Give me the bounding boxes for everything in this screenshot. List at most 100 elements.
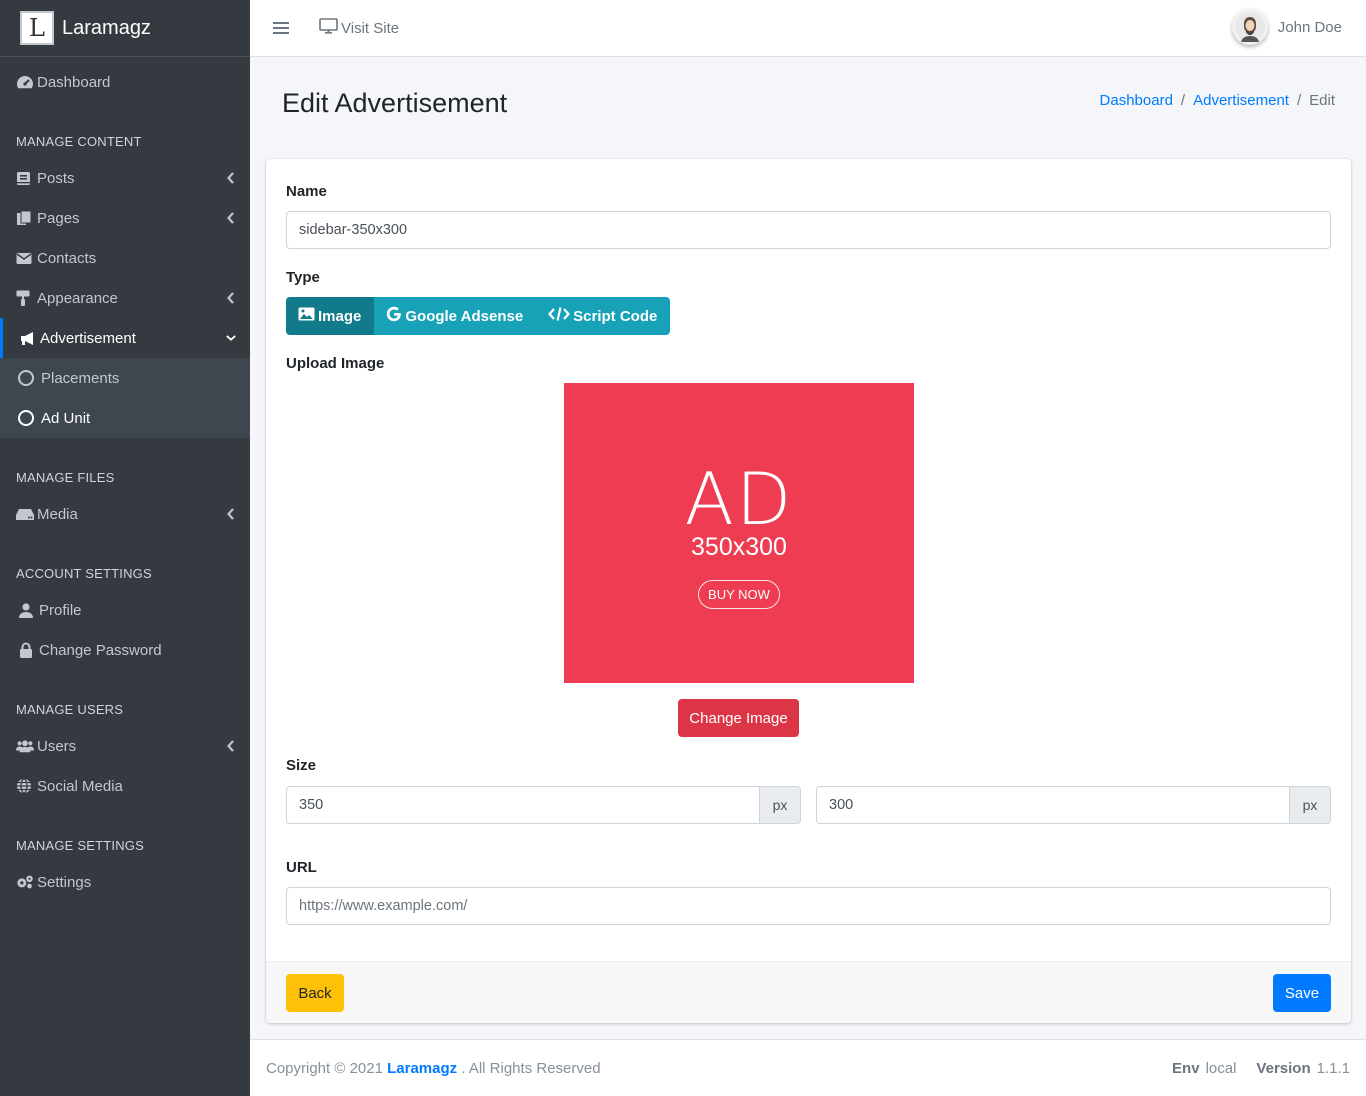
user-name: John Doe xyxy=(1277,18,1342,36)
section-header-files: MANAGE FILES xyxy=(16,470,115,485)
brand-link[interactable]: L Laramagz xyxy=(0,0,250,57)
card-footer: Back Save xyxy=(266,961,1351,1023)
type-adsense-label: Google Adsense xyxy=(405,307,524,325)
google-icon xyxy=(386,306,405,326)
sidebar-item-label: Profile xyxy=(39,601,82,619)
code-icon xyxy=(548,307,573,325)
url-label: URL xyxy=(286,859,317,876)
envelope-icon xyxy=(16,252,34,265)
sidebar-item-label: Appearance xyxy=(37,289,118,307)
sidebar-item-label: Social Media xyxy=(37,777,123,795)
type-script-button[interactable]: Script Code xyxy=(536,297,671,335)
edit-advertisement-card: Name sidebar-350x300 Type Image Google A… xyxy=(266,159,1351,1023)
change-image-button[interactable]: Change Image xyxy=(678,699,799,737)
sidebar-item-advertisement[interactable]: Advertisement xyxy=(0,318,250,358)
chevron-left-icon xyxy=(226,172,236,184)
book-icon xyxy=(16,171,34,186)
height-input[interactable]: 300 xyxy=(816,786,1290,824)
chevron-left-icon xyxy=(226,508,236,520)
advertisement-submenu: Placements Ad Unit xyxy=(0,358,250,438)
user-icon xyxy=(16,602,34,618)
chevron-down-icon xyxy=(226,334,236,342)
name-input[interactable]: sidebar-350x300 xyxy=(286,211,1331,249)
breadcrumb-dashboard-link[interactable]: Dashboard xyxy=(1100,92,1173,109)
size-label: Size xyxy=(286,757,317,774)
type-button-group: Image Google Adsense Script Code xyxy=(286,297,671,335)
height-unit-addon: px xyxy=(1289,786,1331,824)
section-header-content: MANAGE CONTENT xyxy=(16,134,142,149)
sidebar-item-label: Users xyxy=(37,737,77,755)
sidebar-item-label: Placements xyxy=(41,369,120,387)
ad-preview-title: AD xyxy=(684,457,794,541)
section-header-account: ACCOUNT SETTINGS xyxy=(16,566,152,581)
type-label: Type xyxy=(286,269,320,286)
copyright-rights: . All Rights Reserved xyxy=(461,1060,601,1077)
copy-icon xyxy=(16,210,34,226)
env-label: Env xyxy=(1172,1060,1200,1077)
chevron-left-icon xyxy=(226,212,236,224)
users-icon xyxy=(16,739,34,753)
sidebar-item-users[interactable]: Users xyxy=(0,726,250,766)
cogs-icon xyxy=(16,874,34,890)
type-image-button[interactable]: Image xyxy=(286,297,375,335)
circle-icon xyxy=(18,410,36,426)
lock-icon xyxy=(16,642,34,658)
sidebar-item-label: Dashboard xyxy=(37,73,111,91)
save-button[interactable]: Save xyxy=(1273,974,1331,1012)
sidebar-item-label: Media xyxy=(37,505,78,523)
sidebar-item-posts[interactable]: Posts xyxy=(0,158,250,198)
tachometer-icon xyxy=(16,74,34,90)
brand-logo: L xyxy=(20,11,54,45)
width-input[interactable]: 350 xyxy=(286,786,760,824)
copyright: Copyright © 2021 Laramagz . All Rights R… xyxy=(266,1060,601,1077)
version-label: Version xyxy=(1256,1060,1311,1077)
chevron-left-icon xyxy=(226,292,236,304)
sidebar-item-label: Pages xyxy=(37,209,80,227)
footer-brand-link[interactable]: Laramagz xyxy=(387,1060,457,1077)
hdd-icon xyxy=(16,508,34,521)
url-input[interactable]: https://www.example.com/ xyxy=(286,887,1331,925)
footer-meta: Env local Version 1.1.1 xyxy=(1172,1060,1350,1077)
breadcrumb-advertisement-link[interactable]: Advertisement xyxy=(1193,92,1289,109)
section-header-settings: MANAGE SETTINGS xyxy=(16,838,144,853)
sidebar-item-dashboard[interactable]: Dashboard xyxy=(0,62,250,102)
sidebar-item-label: Contacts xyxy=(37,249,97,267)
copyright-prefix: Copyright © 2021 xyxy=(266,1060,383,1077)
page-footer: Copyright © 2021 Laramagz . All Rights R… xyxy=(250,1039,1366,1096)
circle-icon xyxy=(18,370,36,386)
sidebar-item-label: Posts xyxy=(37,169,75,187)
sidebar-nav: Dashboard MANAGE CONTENT Posts Pages Con… xyxy=(0,62,250,902)
section-header-users: MANAGE USERS xyxy=(16,702,124,717)
sidebar-item-contacts[interactable]: Contacts xyxy=(0,238,250,278)
hamburger-menu-icon[interactable] xyxy=(273,22,289,34)
sidebar-item-placements[interactable]: Placements xyxy=(0,358,250,398)
sidebar-item-profile[interactable]: Profile xyxy=(0,590,250,630)
top-navbar: Visit Site John Doe xyxy=(250,0,1366,57)
sidebar-item-label: Change Password xyxy=(39,641,162,659)
type-image-label: Image xyxy=(318,307,362,325)
user-menu[interactable]: John Doe xyxy=(1231,9,1342,45)
breadcrumb: Dashboard / Advertisement / Edit xyxy=(1100,92,1335,109)
page-title: Edit Advertisement xyxy=(282,88,508,118)
desktop-icon xyxy=(319,18,338,38)
sidebar-item-appearance[interactable]: Appearance xyxy=(0,278,250,318)
sidebar-item-ad-unit[interactable]: Ad Unit xyxy=(0,398,250,438)
sidebar-item-media[interactable]: Media xyxy=(0,494,250,534)
type-adsense-button[interactable]: Google Adsense xyxy=(374,297,537,335)
back-button[interactable]: Back xyxy=(286,974,344,1012)
sidebar: L Laramagz Dashboard MANAGE CONTENT Post… xyxy=(0,0,250,1096)
upload-image-label: Upload Image xyxy=(286,355,385,372)
ad-image-preview: AD 350x300 BUY NOW xyxy=(564,383,914,683)
avatar xyxy=(1231,9,1268,45)
image-icon xyxy=(298,307,318,325)
sidebar-item-settings[interactable]: Settings xyxy=(0,862,250,902)
width-unit-addon: px xyxy=(759,786,801,824)
sidebar-item-social-media[interactable]: Social Media xyxy=(0,766,250,806)
ad-preview-cta: BUY NOW xyxy=(698,580,780,609)
sidebar-item-pages[interactable]: Pages xyxy=(0,198,250,238)
visit-site-label: Visit Site xyxy=(341,19,400,37)
visit-site-link[interactable]: Visit Site xyxy=(319,18,399,38)
bullhorn-icon xyxy=(19,331,37,346)
sidebar-item-change-password[interactable]: Change Password xyxy=(0,630,250,670)
name-label: Name xyxy=(286,183,327,200)
